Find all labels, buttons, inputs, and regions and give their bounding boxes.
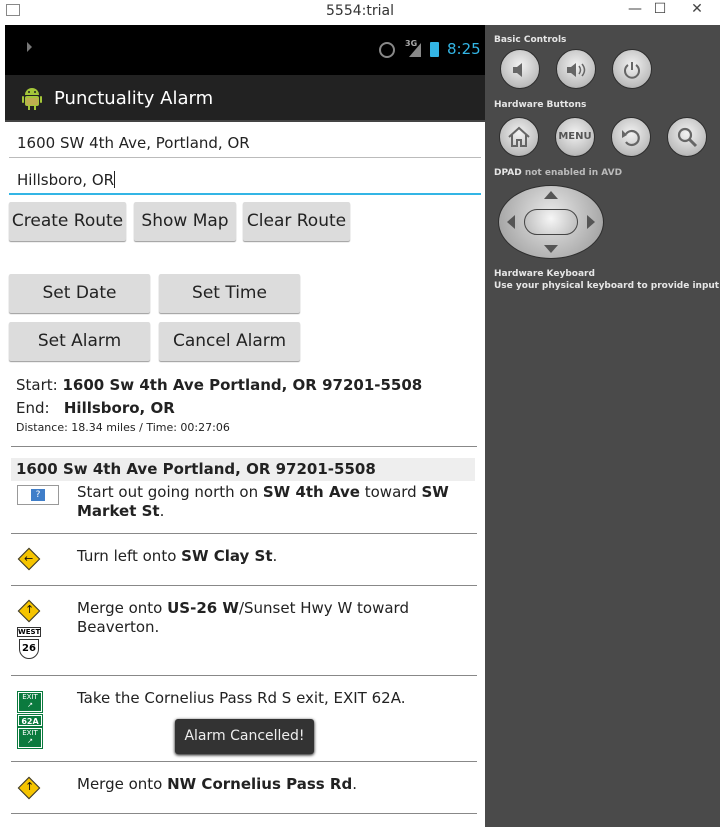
android-app-icon (22, 88, 42, 110)
battery-icon (430, 42, 439, 57)
window-titlebar: 5554:trial — ☐ ✕ (0, 0, 720, 24)
end-address-input[interactable]: Hillsboro, OR (9, 165, 481, 195)
set-date-button[interactable]: Set Date (9, 274, 150, 313)
dpad-center-button[interactable] (524, 209, 578, 235)
volume-up-button[interactable] (556, 49, 596, 89)
app-title: Punctuality Alarm (54, 88, 214, 109)
merge-sign-icon: ↑ (17, 776, 41, 800)
start-value: 1600 Sw 4th Ave Portland, OR 97201-5508 (62, 376, 423, 394)
direction-step-4: Take the Cornelius Pass Rd S exit, EXIT … (77, 689, 406, 707)
divider (11, 446, 477, 447)
dpad-down-icon[interactable] (544, 245, 558, 253)
text-cursor (114, 171, 116, 188)
back-arrow-icon (622, 129, 640, 147)
exit-sign-icon: EXIT ↗ (17, 691, 43, 713)
hardware-keyboard-label: Hardware Keyboard (494, 269, 595, 279)
dpad-label-text: DPAD (494, 168, 522, 178)
end-address-value: Hillsboro, OR (17, 171, 115, 189)
end-label: End: (16, 399, 50, 417)
hardware-keyboard-note: Use your physical keyboard to provide in… (494, 281, 720, 291)
divider (11, 761, 477, 762)
start-marker-icon: ? (17, 485, 59, 505)
dpad-right-icon[interactable] (587, 215, 595, 229)
divider (11, 675, 477, 676)
power-button[interactable] (612, 49, 652, 89)
route-start-line: Start: 1600 Sw 4th Ave Portland, OR 9720… (16, 376, 422, 394)
signal-strength-icon (409, 43, 421, 57)
menu-button[interactable]: MENU (555, 117, 595, 157)
emulator-window: 5554:trial — ☐ ✕ 3G 8:25 Punctuality Ala… (0, 0, 720, 827)
dpad-note: not enabled in AVD (521, 168, 623, 178)
status-bar: 3G 8:25 (5, 25, 485, 75)
dpad-control[interactable] (498, 185, 604, 259)
create-route-button[interactable]: Create Route (9, 202, 126, 241)
directions-start-header: 1600 Sw 4th Ave Portland, OR 97201-5508 (11, 458, 475, 481)
power-icon (624, 62, 640, 79)
turn-left-sign-icon: ← (17, 547, 41, 571)
exit-number-label: 62A (17, 714, 43, 727)
back-button[interactable] (611, 117, 651, 157)
show-map-button[interactable]: Show Map (134, 202, 236, 241)
device-screen: 3G 8:25 Punctuality Alarm 1600 SW 4th Av… (5, 25, 485, 827)
dpad-label: DPAD not enabled in AVD (494, 168, 622, 178)
end-value: Hillsboro, OR (63, 399, 175, 417)
volume-down-icon (513, 63, 522, 77)
merge-sign-icon: ↑ (17, 599, 41, 623)
home-button[interactable] (499, 117, 539, 157)
volume-up-icon (567, 63, 586, 77)
start-address-value: 1600 SW 4th Ave, Portland, OR (17, 134, 250, 152)
search-button[interactable] (667, 117, 707, 157)
maximize-button[interactable]: ☐ (645, 1, 675, 17)
route-end-line: End: Hillsboro, OR (16, 399, 175, 417)
close-button[interactable]: ✕ (682, 1, 712, 17)
volume-down-button[interactable] (500, 49, 540, 89)
start-label: Start: (16, 376, 58, 394)
status-clock: 8:25 (447, 40, 481, 58)
set-alarm-button[interactable]: Set Alarm (9, 322, 150, 361)
window-title: 5554:trial (326, 3, 394, 19)
home-icon (508, 126, 530, 147)
distance-time-text: Distance: 18.34 miles / Time: 00:27:06 (16, 421, 230, 434)
divider (11, 533, 477, 534)
hardware-buttons-label: Hardware Buttons (494, 100, 587, 110)
basic-controls-label: Basic Controls (494, 35, 567, 45)
direction-step-2: Turn left onto SW Clay St. (77, 547, 278, 565)
emulator-control-panel: Basic Controls Hardware Buttons MENU DPA… (485, 25, 720, 827)
clear-route-button[interactable]: Clear Route (243, 202, 350, 241)
divider (11, 813, 477, 814)
start-address-input[interactable]: 1600 SW 4th Ave, Portland, OR (9, 128, 481, 158)
search-icon (677, 127, 698, 148)
divider (11, 585, 477, 586)
direction-step-1: Start out going north on SW 4th Ave towa… (77, 483, 449, 520)
action-bar: Punctuality Alarm (5, 75, 485, 122)
us-26-shield-icon: 26 (19, 639, 39, 659)
notification-arrow-icon[interactable] (27, 42, 32, 52)
alarm-cancelled-toast: Alarm Cancelled! (175, 719, 314, 754)
set-time-button[interactable]: Set Time (159, 274, 300, 313)
direction-step-3: Merge onto US-26 W/Sunset Hwy W toward B… (77, 599, 409, 636)
direction-step-5: Merge onto NW Cornelius Pass Rd. (77, 775, 357, 793)
dpad-left-icon[interactable] (507, 215, 515, 229)
alarm-clock-icon (379, 42, 395, 58)
dpad-up-icon[interactable] (544, 191, 558, 199)
exit-sign-icon: EXIT ↗ (17, 727, 43, 749)
cancel-alarm-button[interactable]: Cancel Alarm (159, 322, 300, 361)
west-direction-label: WEST (17, 627, 41, 637)
